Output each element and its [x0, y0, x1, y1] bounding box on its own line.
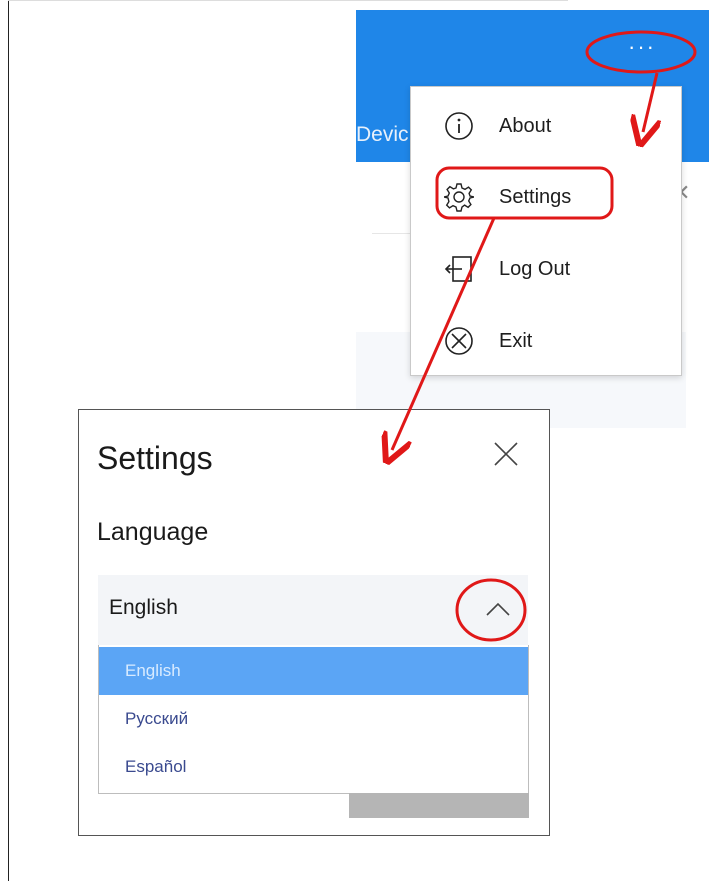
menu-item-about[interactable]: About	[411, 102, 681, 150]
language-options-list: English Русский Español	[98, 645, 529, 794]
menu-item-label: Settings	[499, 185, 572, 208]
options-menu: About Settings Log Out Exit	[410, 86, 682, 376]
more-options-button[interactable]: ···	[622, 36, 662, 64]
menu-item-exit[interactable]: Exit	[411, 317, 681, 365]
menu-item-label: About	[499, 114, 552, 137]
info-icon	[445, 112, 473, 140]
option-label: Русский	[125, 709, 189, 728]
ok-button[interactable]	[349, 793, 529, 818]
close-icon[interactable]	[492, 440, 520, 468]
header-title-partial: Devic	[356, 123, 409, 146]
language-option-russian[interactable]: Русский	[99, 695, 528, 743]
option-label: English	[125, 661, 181, 680]
language-selected-value: English	[109, 596, 178, 619]
settings-dialog: Settings Language English English Русски…	[78, 409, 550, 836]
language-label: Language	[97, 518, 209, 546]
frame-border-top	[8, 0, 568, 1]
menu-item-label: Log Out	[499, 257, 571, 280]
menu-item-logout[interactable]: Log Out	[411, 245, 681, 293]
menu-item-label: Exit	[499, 329, 533, 352]
exit-circle-x-icon	[445, 327, 473, 355]
chevron-up-icon[interactable]	[483, 597, 513, 623]
option-label: Español	[125, 757, 187, 776]
logout-icon	[444, 256, 472, 282]
language-option-spanish[interactable]: Español	[99, 743, 528, 791]
gear-icon	[444, 183, 474, 212]
language-select[interactable]: English	[98, 575, 528, 645]
frame-border	[8, 0, 9, 881]
language-option-english[interactable]: English	[99, 647, 528, 695]
dialog-title: Settings	[97, 440, 213, 476]
menu-item-settings[interactable]: Settings	[411, 173, 681, 221]
